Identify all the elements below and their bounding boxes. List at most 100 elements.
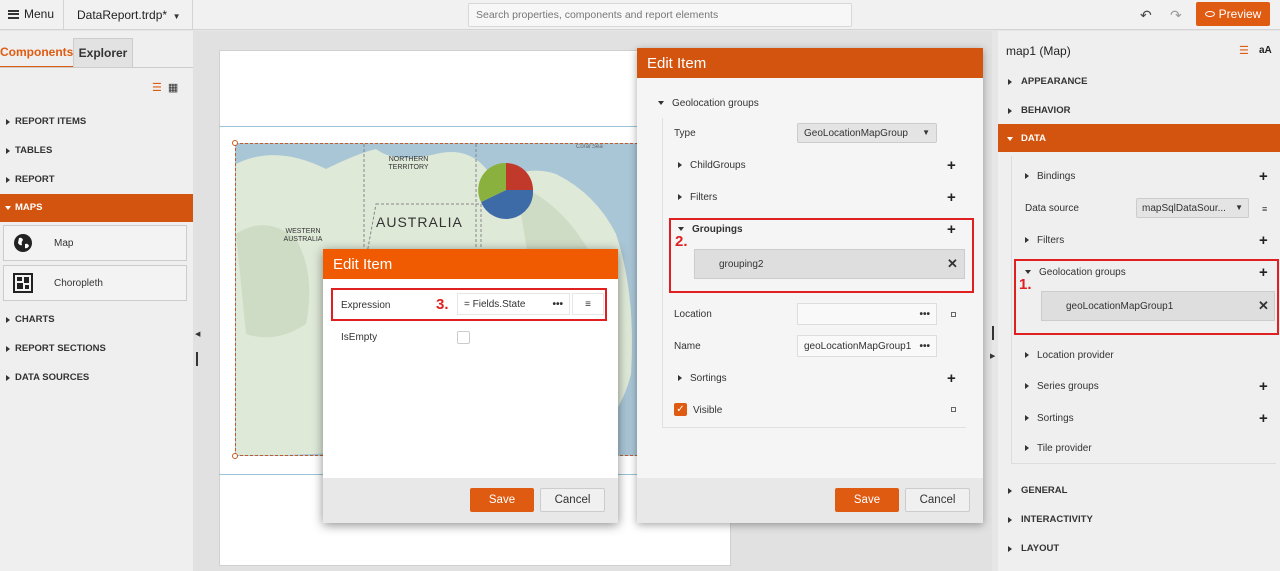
childgroups-row[interactable]: ChildGroups [678,160,746,171]
resize-handle[interactable] [232,140,238,146]
menu-button[interactable]: Menu [8,7,54,21]
visible-checkbox[interactable]: ✓ [674,403,687,416]
section-appearance[interactable]: APPEARANCE [998,67,1280,95]
annotation-2: 2. [675,233,688,250]
type-dropdown[interactable]: GeoLocationMapGroup ▼ [797,123,937,143]
remove-geogroup-icon[interactable]: ✕ [1258,298,1269,314]
type-label: Type [674,128,696,139]
search-input[interactable]: Search properties, components and report… [468,3,852,27]
collapse-icon [1025,270,1031,275]
list-view-icon[interactable]: ☰ [152,82,168,94]
reset-visible-icon[interactable] [951,407,956,412]
section-data-sources[interactable]: DATA SOURCES [0,364,193,390]
font-toggle[interactable]: aA [1259,45,1272,56]
collapse-left-icon[interactable]: ◀ [195,330,200,338]
redo-icon[interactable]: ↷ [1170,7,1182,24]
section-report-items[interactable]: REPORT ITEMS [0,108,193,134]
section-layout[interactable]: LAYOUT [998,534,1280,562]
sortings-row[interactable]: Sortings [678,373,727,384]
location-field[interactable]: ••• [797,303,937,325]
add-series-group-icon[interactable]: + [1259,379,1268,394]
add-geogroup-icon[interactable]: + [1259,265,1268,280]
toolbar-divider [63,0,64,30]
expression-menu-button[interactable]: ≡ [572,293,604,315]
grouping-chip[interactable]: grouping2 [694,249,965,279]
geogroup-chip[interactable]: geoLocationMapGroup1 [1041,291,1275,321]
cancel-button[interactable]: Cancel [905,488,970,512]
section-data[interactable]: DATA [998,124,1280,152]
filters-row[interactable]: Filters [678,192,717,203]
splitter-grip[interactable] [196,352,198,366]
globe-icon [12,232,34,254]
isempty-checkbox[interactable] [457,331,470,344]
section-charts[interactable]: CHARTS [0,306,193,332]
geolocation-groups-row[interactable]: Geolocation groups [1025,267,1126,278]
filters-row[interactable]: Filters [1025,235,1064,246]
reset-location-icon[interactable] [951,312,956,317]
collapse-right-icon[interactable]: ▶ [990,352,995,360]
grid-view-icon[interactable]: ▦ [168,82,184,94]
save-button[interactable]: Save [835,488,899,512]
section-tables[interactable]: TABLES [0,137,193,163]
more-options-icon[interactable]: ••• [919,309,930,320]
name-label: Name [674,341,701,352]
bindings-row[interactable]: Bindings [1025,171,1075,182]
map-label-australia: AUSTRALIA [376,214,463,230]
tile-provider-row[interactable]: Tile provider [1025,443,1092,454]
section-behavior[interactable]: BEHAVIOR [998,96,1280,124]
expand-icon [1025,173,1029,180]
save-button[interactable]: Save [470,488,534,512]
section-general[interactable]: GENERAL [998,476,1280,504]
left-splitter[interactable] [193,31,202,571]
expand-icon [1025,352,1029,359]
add-binding-icon[interactable]: + [1259,169,1268,184]
categorized-view-icon[interactable]: ☰ [1239,44,1249,57]
collapse-icon [678,227,684,232]
map-label-northern-territory: NORTHERN TERRITORY [388,156,429,172]
add-filter-icon[interactable]: + [1259,233,1268,248]
cancel-button[interactable]: Cancel [540,488,605,512]
location-provider-row[interactable]: Location provider [1025,350,1114,361]
section-maps[interactable]: MAPS [0,194,193,222]
add-childgroup-icon[interactable]: + [947,158,956,173]
more-options-icon[interactable]: ••• [919,341,930,352]
sortings-label: Sortings [690,373,727,384]
tile-provider-label: Tile provider [1037,443,1092,454]
preview-button[interactable]: Preview [1196,2,1270,26]
datasource-dropdown[interactable]: mapSqlDataSour... ▼ [1136,198,1249,218]
component-choropleth[interactable]: Choropleth [3,265,187,301]
component-map[interactable]: Map [3,225,187,261]
splitter-grip[interactable] [992,326,994,340]
name-field[interactable]: geoLocationMapGroup1 ••• [797,335,937,357]
expression-field[interactable]: = Fields.State ••• [457,293,570,315]
more-options-icon[interactable]: ••• [552,299,563,310]
datasource-menu-icon[interactable]: ≡ [1262,204,1267,214]
tab-explorer[interactable]: Explorer [73,38,133,68]
sortings-row[interactable]: Sortings [1025,413,1074,424]
section-report-sections[interactable]: REPORT SECTIONS [0,335,193,361]
tab-divider [0,67,193,68]
add-grouping-icon[interactable]: + [947,222,956,237]
groupings-row[interactable]: Groupings [678,224,743,235]
series-groups-row[interactable]: Series groups [1025,381,1099,392]
section-report[interactable]: REPORT [0,166,193,192]
geolocation-groups-label: Geolocation groups [1039,267,1126,278]
undo-icon[interactable]: ↶ [1140,7,1152,24]
location-label: Location [674,309,712,320]
add-sorting-icon[interactable]: + [1259,411,1268,426]
add-sorting-icon[interactable]: + [947,371,956,386]
bindings-label: Bindings [1037,171,1076,182]
geolocation-groups-header[interactable]: Geolocation groups [658,98,759,109]
add-filter-icon[interactable]: + [947,190,956,205]
expression-value: = Fields.State [464,299,526,310]
remove-grouping-icon[interactable]: ✕ [947,256,958,272]
preview-label: Preview [1218,7,1262,21]
resize-handle[interactable] [232,453,238,459]
expand-icon [1025,383,1029,390]
childgroups-label: ChildGroups [690,160,746,171]
tab-components[interactable]: Components [0,38,73,68]
collapse-icon [658,101,664,106]
file-title-dropdown[interactable]: DataReport.trdp* ▼ [77,8,181,22]
section-interactivity[interactable]: INTERACTIVITY [998,505,1280,533]
expand-icon [678,162,682,169]
